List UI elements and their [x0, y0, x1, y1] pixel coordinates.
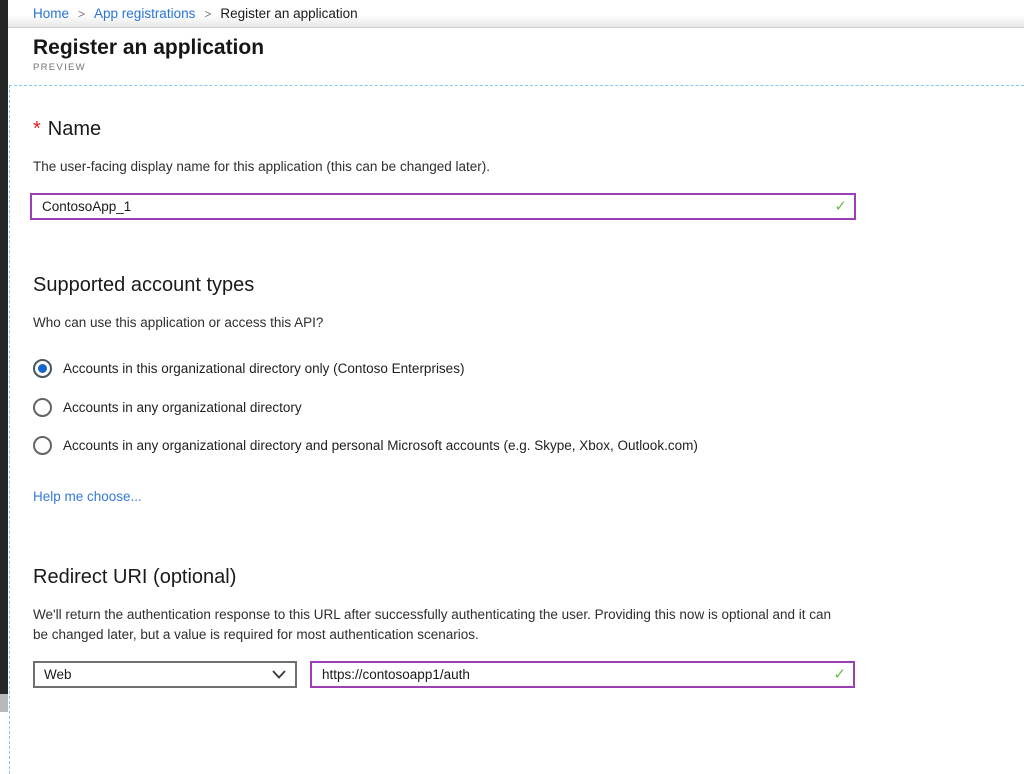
breadcrumb-separator: >: [78, 7, 85, 21]
redirect-uri-heading: Redirect URI (optional): [33, 566, 236, 589]
redirect-uri-description: We'll return the authentication response…: [33, 605, 847, 645]
name-heading-label: Name: [48, 118, 101, 140]
account-types-description: Who can use this application or access t…: [33, 315, 323, 330]
breadcrumb-current-page: Register an application: [220, 6, 357, 21]
check-icon: ✓: [833, 665, 846, 683]
redirect-uri-input-wrap: ✓: [310, 661, 855, 688]
radio-option-any-directory-personal[interactable]: Accounts in any organizational directory…: [33, 436, 698, 455]
radio-option-label: Accounts in any organizational directory: [63, 400, 302, 415]
redirect-uri-input[interactable]: [310, 661, 855, 688]
radio-selected-icon: [33, 359, 52, 378]
left-edge-bar: [0, 0, 8, 694]
radio-option-label: Accounts in any organizational directory…: [63, 438, 698, 453]
breadcrumb-home-link[interactable]: Home: [33, 6, 69, 21]
radio-unselected-icon: [33, 436, 52, 455]
chevron-down-icon: [272, 670, 286, 679]
help-me-choose-link[interactable]: Help me choose...: [33, 489, 142, 504]
check-icon: ✓: [834, 197, 847, 215]
breadcrumb-separator: >: [204, 7, 211, 21]
name-description: The user-facing display name for this ap…: [33, 159, 490, 174]
account-types-heading: Supported account types: [33, 274, 254, 297]
radio-unselected-icon: [33, 398, 52, 417]
page-title: Register an application: [33, 35, 1024, 61]
required-asterisk: *: [33, 118, 41, 140]
app-name-input[interactable]: [30, 193, 856, 220]
preview-badge: PREVIEW: [33, 62, 1024, 73]
radio-option-any-directory[interactable]: Accounts in any organizational directory: [33, 398, 302, 417]
breadcrumb-app-registrations-link[interactable]: App registrations: [94, 6, 195, 21]
radio-option-label: Accounts in this organizational director…: [63, 361, 464, 376]
name-input-wrap: ✓: [30, 193, 856, 220]
left-edge-bar-tail: [0, 694, 8, 712]
radio-option-this-directory[interactable]: Accounts in this organizational director…: [33, 359, 464, 378]
name-section-heading: * Name: [33, 118, 101, 141]
page-header: Register an application PREVIEW: [8, 29, 1024, 85]
breadcrumb: Home > App registrations > Register an a…: [8, 0, 1024, 28]
redirect-type-value: Web: [44, 667, 72, 682]
redirect-type-dropdown[interactable]: Web: [33, 661, 297, 688]
